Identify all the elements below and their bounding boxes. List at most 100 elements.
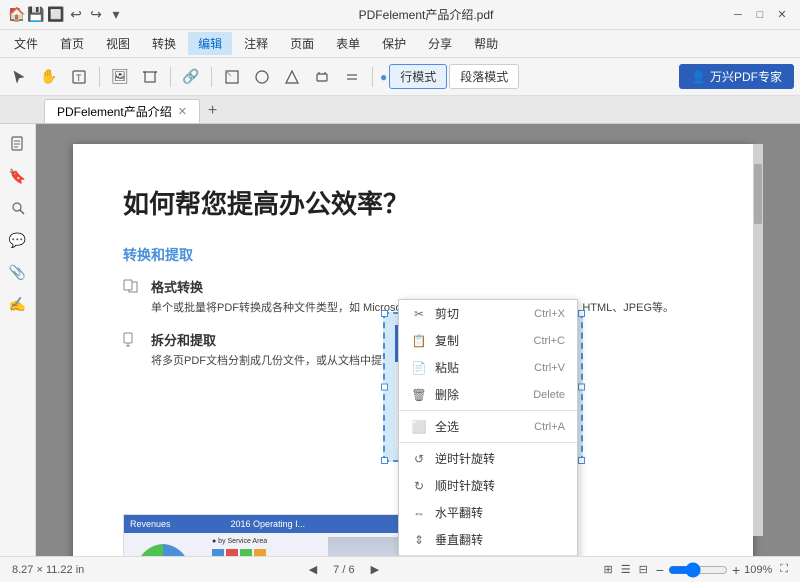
tab-bar: 🏠 PDFelement产品介绍 ✕ + [0, 96, 800, 124]
link-tool[interactable]: 🔗 [178, 64, 204, 90]
ctx-rotate-ccw[interactable]: ↺ 逆时针旋转 [399, 445, 577, 472]
tb-icon3[interactable]: 🔲 [48, 7, 64, 23]
handle-mr[interactable] [578, 384, 585, 391]
menu-page[interactable]: 页面 [280, 32, 324, 55]
sub2-icon [123, 330, 143, 350]
zoom-level: 109% [744, 564, 772, 576]
tb-icon4[interactable]: ↩ [68, 7, 84, 23]
sidebar-signature[interactable]: ✍ [6, 292, 30, 316]
zoom-in[interactable]: + [732, 562, 740, 578]
ctx-delete-label: 删除 [435, 386, 459, 403]
sub1-title: 格式转换 [151, 277, 674, 296]
sidebar-search[interactable] [6, 196, 30, 220]
menu-form[interactable]: 表单 [326, 32, 370, 55]
menu-convert[interactable]: 转换 [142, 32, 186, 55]
view-icon3[interactable]: ⊟ [639, 563, 648, 576]
ctx-copy-shortcut: Ctrl+C [534, 335, 565, 347]
ctx-sep3 [399, 555, 577, 556]
select-tool[interactable] [6, 64, 32, 90]
menu-edit[interactable]: 编辑 [188, 32, 232, 55]
line-mode-btn[interactable]: 行模式 [389, 64, 447, 89]
shape2[interactable] [249, 64, 275, 90]
view-icon1[interactable]: ⊞ [603, 563, 612, 576]
ctx-paste-label: 粘贴 [435, 359, 459, 376]
shape3[interactable] [279, 64, 305, 90]
next-page[interactable]: ▶ [371, 563, 379, 576]
paragraph-mode-btn[interactable]: 段落模式 [449, 64, 519, 89]
menu-file[interactable]: 文件 [4, 32, 48, 55]
menu-help[interactable]: 帮助 [464, 32, 508, 55]
sep3 [211, 67, 212, 87]
ctx-rotate-cw[interactable]: ↻ 顺时针旋转 [399, 472, 577, 499]
tb-icon2[interactable]: 💾 [28, 7, 44, 23]
ctx-delete-shortcut: Delete [533, 389, 565, 401]
tab-new[interactable]: + [200, 99, 225, 123]
toolbar: ✋ T 🖼 🔗 ● 行模式 段落模式 👤 万兴PDF专家 [0, 58, 800, 96]
scissors-icon: ✂ [411, 306, 427, 322]
tb-icon6[interactable]: ▾ [108, 7, 124, 23]
pie-chart [128, 537, 208, 556]
handle-br[interactable] [578, 457, 585, 464]
zoom-out[interactable]: − [656, 562, 664, 578]
ctx-rotate-cw-label: 顺时针旋转 [435, 477, 495, 494]
copy-icon: 📋 [411, 333, 427, 349]
scroll-thumb[interactable] [754, 164, 762, 224]
menu-home[interactable]: 首页 [50, 32, 94, 55]
tab-pdf[interactable]: PDFelement产品介绍 ✕ [44, 99, 200, 123]
bar1 [212, 549, 224, 556]
scrollbar[interactable] [753, 144, 763, 536]
handle-tr[interactable] [578, 310, 585, 317]
pdf-area[interactable]: 如何帮您提高办公效率？ 转换和提取 格式转换 单个或批量将PDF转换成各种文件类… [36, 124, 800, 556]
ctx-cut-label: 剪切 [435, 305, 459, 322]
bar4 [254, 549, 266, 556]
sidebar-pages[interactable] [6, 132, 30, 156]
main-area: 🔖 💬 📎 ✍ 如何帮您提高办公效率？ 转换和提取 格式转换 单个或批量将PDF… [0, 124, 800, 556]
tb-icon5[interactable]: ↪ [88, 7, 104, 23]
sidebar-bookmarks[interactable]: 🔖 [6, 164, 30, 188]
menu-view[interactable]: 视图 [96, 32, 140, 55]
handle-tl[interactable] [381, 310, 388, 317]
menu-annotate[interactable]: 注释 [234, 32, 278, 55]
legend-item-1: ● by Service Area [212, 537, 324, 547]
sidebar-comments[interactable]: 💬 [6, 228, 30, 252]
page-info: 7 / 6 [333, 564, 354, 576]
handle-ml[interactable] [381, 384, 388, 391]
selectall-icon: ⬜ [411, 419, 427, 435]
close-button[interactable]: ✕ [772, 5, 792, 25]
pro-button[interactable]: 👤 万兴PDF专家 [679, 64, 794, 89]
handle-bl[interactable] [381, 457, 388, 464]
menu-share[interactable]: 分享 [418, 32, 462, 55]
text-tool[interactable]: T [66, 64, 92, 90]
pro-label: 万兴PDF专家 [710, 68, 782, 85]
chart-image-placeholder [328, 537, 408, 556]
crop-tool[interactable] [137, 64, 163, 90]
pdf-section1: 转换和提取 [123, 245, 703, 265]
ctx-copy[interactable]: 📋 复制 Ctrl+C [399, 327, 577, 354]
view-icon2[interactable]: ☰ [621, 563, 631, 576]
ctx-cut[interactable]: ✂ 剪切 Ctrl+X [399, 300, 577, 327]
pdf-page: 如何帮您提高办公效率？ 转换和提取 格式转换 单个或批量将PDF转换成各种文件类… [73, 144, 753, 556]
maximize-button[interactable]: □ [750, 5, 770, 25]
ctx-flip-h-label: 水平翻转 [435, 504, 483, 521]
ctx-flip-v[interactable]: ⇕ 垂直翻转 [399, 526, 577, 553]
shape1[interactable] [219, 64, 245, 90]
ctx-flip-h[interactable]: ⇔ 水平翻转 [399, 499, 577, 526]
menu-protect[interactable]: 保护 [372, 32, 416, 55]
prev-page[interactable]: ◀ [309, 563, 317, 576]
ctx-delete[interactable]: 🗑 删除 Delete [399, 381, 577, 408]
sidebar-attachments[interactable]: 📎 [6, 260, 30, 284]
delete-icon: 🗑 [411, 387, 427, 403]
home-icon[interactable]: 🏠 [8, 6, 25, 23]
shape4[interactable] [309, 64, 335, 90]
fullscreen-icon[interactable]: ⛶ [780, 563, 788, 576]
hand-tool[interactable]: ✋ [36, 64, 62, 90]
ctx-paste[interactable]: 📄 粘贴 Ctrl+V [399, 354, 577, 381]
shape5[interactable] [339, 64, 365, 90]
image-tool[interactable]: 🖼 [107, 64, 133, 90]
zoom-slider[interactable] [668, 562, 728, 578]
ctx-selectall[interactable]: ⬜ 全选 Ctrl+A [399, 413, 577, 440]
chart-bars [212, 549, 324, 556]
tab-close[interactable]: ✕ [178, 105, 187, 118]
minimize-button[interactable]: ─ [728, 5, 748, 25]
flip-v-icon: ⇕ [411, 532, 427, 548]
